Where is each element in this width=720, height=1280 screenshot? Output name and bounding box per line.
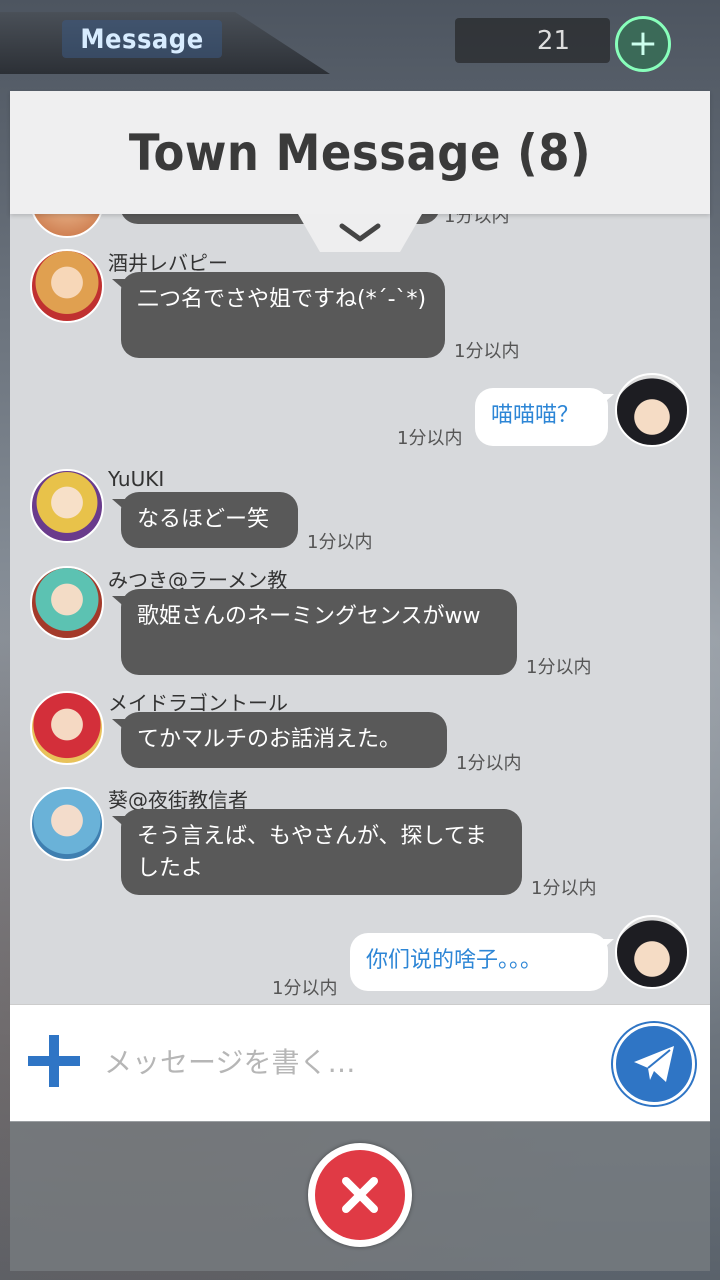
message-time: 1分以内 [531, 878, 597, 899]
message-bubble: そう言えば、もやさんが、探してましたよ [121, 809, 522, 895]
town-message-panel: Town Message (8) 1分以内 酒井レバピー 二つ名でさや姐ですね(… [10, 91, 710, 1122]
sender-name: YuUKI [108, 467, 165, 491]
avatar [615, 915, 689, 989]
message-time: 1分以内 [272, 978, 338, 999]
close-icon [342, 1177, 378, 1213]
message-bubble: 二つ名でさや姐ですね(*´-`*) [121, 272, 445, 358]
message-input[interactable] [102, 1033, 606, 1091]
avatar [615, 373, 689, 447]
avatar [30, 249, 104, 323]
message-time: 1分以内 [307, 532, 373, 553]
message-bubble: 喵喵喵？ [475, 388, 608, 446]
add-icon[interactable]: + [615, 16, 671, 72]
avatar [30, 214, 104, 238]
message-input-bar [10, 1004, 710, 1122]
avatar [30, 469, 104, 543]
panel-header: Town Message (8) [10, 91, 710, 214]
message-bubble: 你们说的啥子。。。 [350, 933, 608, 991]
message-bubble: 歌姫さんのネーミングセンスがww [121, 589, 517, 675]
avatar [30, 691, 104, 765]
message-time: 1分以内 [444, 214, 510, 227]
message-tab-label[interactable]: Message [62, 20, 222, 58]
message-time: 1分以内 [454, 341, 520, 362]
paper-plane-icon [634, 1046, 674, 1082]
avatar [30, 787, 104, 861]
message-time: 1分以内 [526, 657, 592, 678]
send-button[interactable] [613, 1023, 695, 1105]
page-title: Town Message (8) [128, 123, 592, 182]
chevron-down-icon [339, 223, 381, 242]
message-time: 1分以内 [456, 753, 522, 774]
message-bubble: なるほどー笑 [121, 492, 298, 548]
top-counter: 21 [455, 18, 610, 63]
message-time: 1分以内 [397, 428, 463, 449]
close-button-face [315, 1150, 405, 1240]
message-list[interactable]: 1分以内 酒井レバピー 二つ名でさや姐ですね(*´-`*) 1分以内 喵喵喵？ … [10, 214, 710, 1004]
message-bubble: てかマルチのお話消えた。 [121, 712, 447, 768]
avatar [30, 566, 104, 640]
close-button[interactable] [308, 1143, 412, 1247]
add-attachment-icon[interactable] [28, 1035, 80, 1087]
